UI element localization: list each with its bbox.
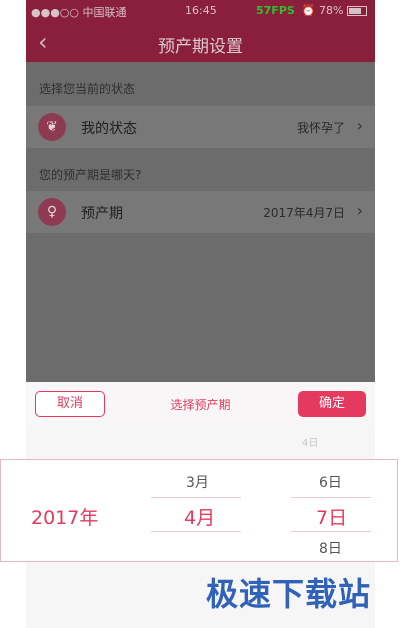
year-selected[interactable]: 2017年 bbox=[31, 503, 98, 530]
my-state-row[interactable]: ❦ 我的状态 我怀孕了 › bbox=[26, 106, 375, 148]
pregnant-icon: ♀ bbox=[38, 198, 66, 226]
faint-day-option: 4日 bbox=[302, 438, 319, 449]
watermark-logo: 极速下载站 bbox=[206, 575, 372, 613]
clock: 16:45 bbox=[185, 4, 217, 17]
carrier-label: ●●●○○ 中国联通 bbox=[31, 6, 127, 19]
my-state-value: 我怀孕了 bbox=[296, 121, 345, 135]
month-selector-line-top bbox=[151, 497, 241, 498]
nav-bar: ‹ 预产期设置 bbox=[26, 22, 375, 62]
status-bar: ●●●○○ 中国联通 16:45 57FPS ⏰ 78% bbox=[26, 0, 375, 22]
due-date-value: 2017年4月7日 bbox=[263, 206, 345, 220]
battery-icon bbox=[347, 6, 367, 16]
alarm-icon: ⏰ bbox=[301, 4, 316, 17]
day-selector-line-top bbox=[291, 497, 371, 498]
day-option-prev[interactable]: 6日 bbox=[319, 472, 342, 492]
due-date-row[interactable]: ♀ 预产期 2017年4月7日 › bbox=[26, 191, 375, 233]
chevron-right-icon: › bbox=[356, 201, 363, 220]
month-option-prev[interactable]: 3月 bbox=[186, 472, 209, 492]
date-picker-zoom-card: 3月 6日 2017年 4月 7日 8日 bbox=[0, 459, 398, 562]
settings-content: 选择您当前的状态 ❦ 我的状态 我怀孕了 › 您的预产期是哪天? ♀ 预产期 2… bbox=[26, 62, 375, 382]
day-selected[interactable]: 7日 bbox=[316, 503, 347, 530]
month-selector-line-bottom bbox=[151, 531, 241, 532]
confirm-button[interactable]: 确定 bbox=[298, 391, 366, 417]
sprout-icon: ❦ bbox=[38, 113, 66, 141]
battery-status: ⏰ 78% bbox=[302, 4, 367, 17]
day-selector-line-bottom bbox=[291, 531, 371, 532]
due-section-label: 您的预产期是哪天? bbox=[39, 168, 142, 182]
day-option-next[interactable]: 8日 bbox=[319, 538, 342, 558]
picker-toolbar: 取消 选择预产期 确定 bbox=[26, 382, 375, 426]
battery-percent: 78% bbox=[319, 4, 344, 17]
state-section-label: 选择您当前的状态 bbox=[39, 82, 136, 96]
page-title: 预产期设置 bbox=[158, 37, 243, 57]
my-state-label: 我的状态 bbox=[81, 121, 137, 137]
due-date-label: 预产期 bbox=[81, 206, 123, 222]
month-selected[interactable]: 4月 bbox=[184, 503, 215, 530]
fps-counter: 57FPS bbox=[256, 4, 295, 17]
chevron-right-icon: › bbox=[356, 116, 363, 135]
